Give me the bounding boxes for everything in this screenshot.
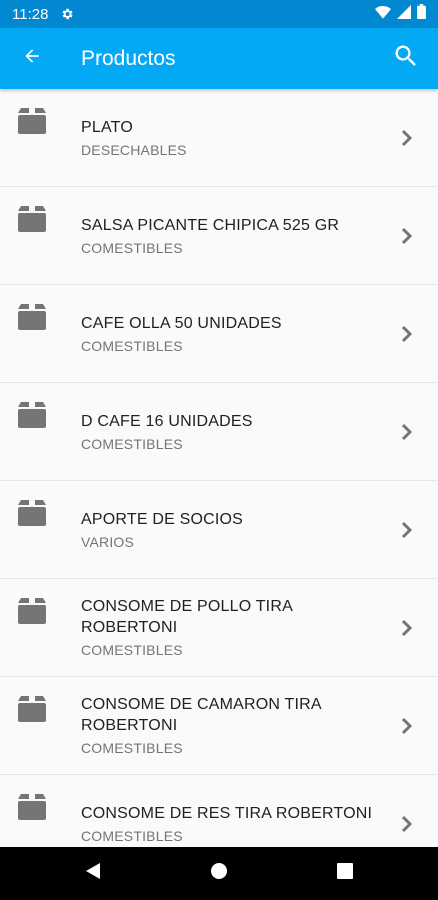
back-triangle-icon <box>85 862 101 885</box>
box-icon <box>18 794 46 820</box>
arrow-back-icon <box>22 46 42 71</box>
list-item[interactable]: SALSA PICANTE CHIPICA 525 GR COMESTIBLES <box>0 187 438 285</box>
list-item[interactable]: PLATO DESECHABLES <box>0 89 438 187</box>
page-title: Productos <box>81 46 176 70</box>
box-icon <box>18 206 46 232</box>
chevron-right-icon <box>401 619 413 637</box>
list-item[interactable]: APORTE DE SOCIOS VARIOS <box>0 481 438 579</box>
product-name: D CAFE 16 UNIDADES <box>81 412 253 430</box>
box-icon <box>18 598 46 624</box>
chevron-right-icon <box>401 521 413 539</box>
box-icon <box>18 500 46 526</box>
gear-icon <box>60 7 74 21</box>
status-time: 11:28 <box>12 5 49 23</box>
list-item[interactable]: CONSOME DE RES TIRA ROBERTONI COMESTIBLES <box>0 775 438 847</box>
nav-recents-button[interactable] <box>282 847 408 900</box>
chevron-right-icon <box>401 423 413 441</box>
box-icon <box>18 402 46 428</box>
list-item[interactable]: CAFE OLLA 50 UNIDADES COMESTIBLES <box>0 285 438 383</box>
navigation-bar <box>0 847 438 900</box>
product-list[interactable]: PLATO DESECHABLES SALSA PICANTE CHIPICA 5… <box>0 89 438 847</box>
nav-back-button[interactable] <box>30 847 156 900</box>
back-button[interactable] <box>1 28 63 89</box>
product-name: SALSA PICANTE CHIPICA 525 GR <box>81 216 340 234</box>
product-name: CONSOME DE POLLO TIRA ROBERTONI <box>81 598 293 636</box>
nav-home-button[interactable] <box>156 847 282 900</box>
chevron-right-icon <box>401 129 413 147</box>
signal-icon <box>397 4 411 24</box>
product-category: COMESTIBLES <box>81 740 183 756</box>
status-bar: 11:28 <box>0 0 438 28</box>
product-name: CONSOME DE RES TIRA ROBERTONI <box>81 804 373 822</box>
app-bar: Productos <box>0 28 438 89</box>
product-category: VARIOS <box>81 533 135 550</box>
product-category: COMESTIBLES <box>81 642 183 658</box>
product-category: COMESTIBLES <box>81 435 183 452</box>
chevron-right-icon <box>401 325 413 343</box>
search-button[interactable] <box>378 28 434 89</box>
chevron-right-icon <box>401 227 413 245</box>
battery-icon <box>417 4 426 24</box>
list-item[interactable]: CONSOME DE CAMARON TIRA ROBERTONI COMESTI… <box>0 677 438 775</box>
box-icon <box>18 304 46 330</box>
home-circle-icon <box>210 862 228 885</box>
product-name: CONSOME DE CAMARON TIRA ROBERTONI <box>81 696 321 734</box>
product-category: COMESTIBLES <box>81 337 183 354</box>
chevron-right-icon <box>401 717 413 735</box>
search-icon <box>392 42 420 75</box>
product-category: COMESTIBLES <box>81 239 183 256</box>
recents-square-icon <box>337 863 353 884</box>
chevron-right-icon <box>401 815 413 833</box>
list-item[interactable]: CONSOME DE POLLO TIRA ROBERTONI COMESTIBL… <box>0 579 438 677</box>
box-icon <box>18 108 46 134</box>
list-item[interactable]: D CAFE 16 UNIDADES COMESTIBLES <box>0 383 438 481</box>
box-icon <box>18 696 46 722</box>
product-category: COMESTIBLES <box>81 827 183 844</box>
product-name: CAFE OLLA 50 UNIDADES <box>81 314 282 332</box>
product-name: APORTE DE SOCIOS <box>81 510 244 528</box>
wifi-icon <box>375 5 391 24</box>
product-name: PLATO <box>81 118 133 136</box>
product-category: DESECHABLES <box>81 141 187 158</box>
